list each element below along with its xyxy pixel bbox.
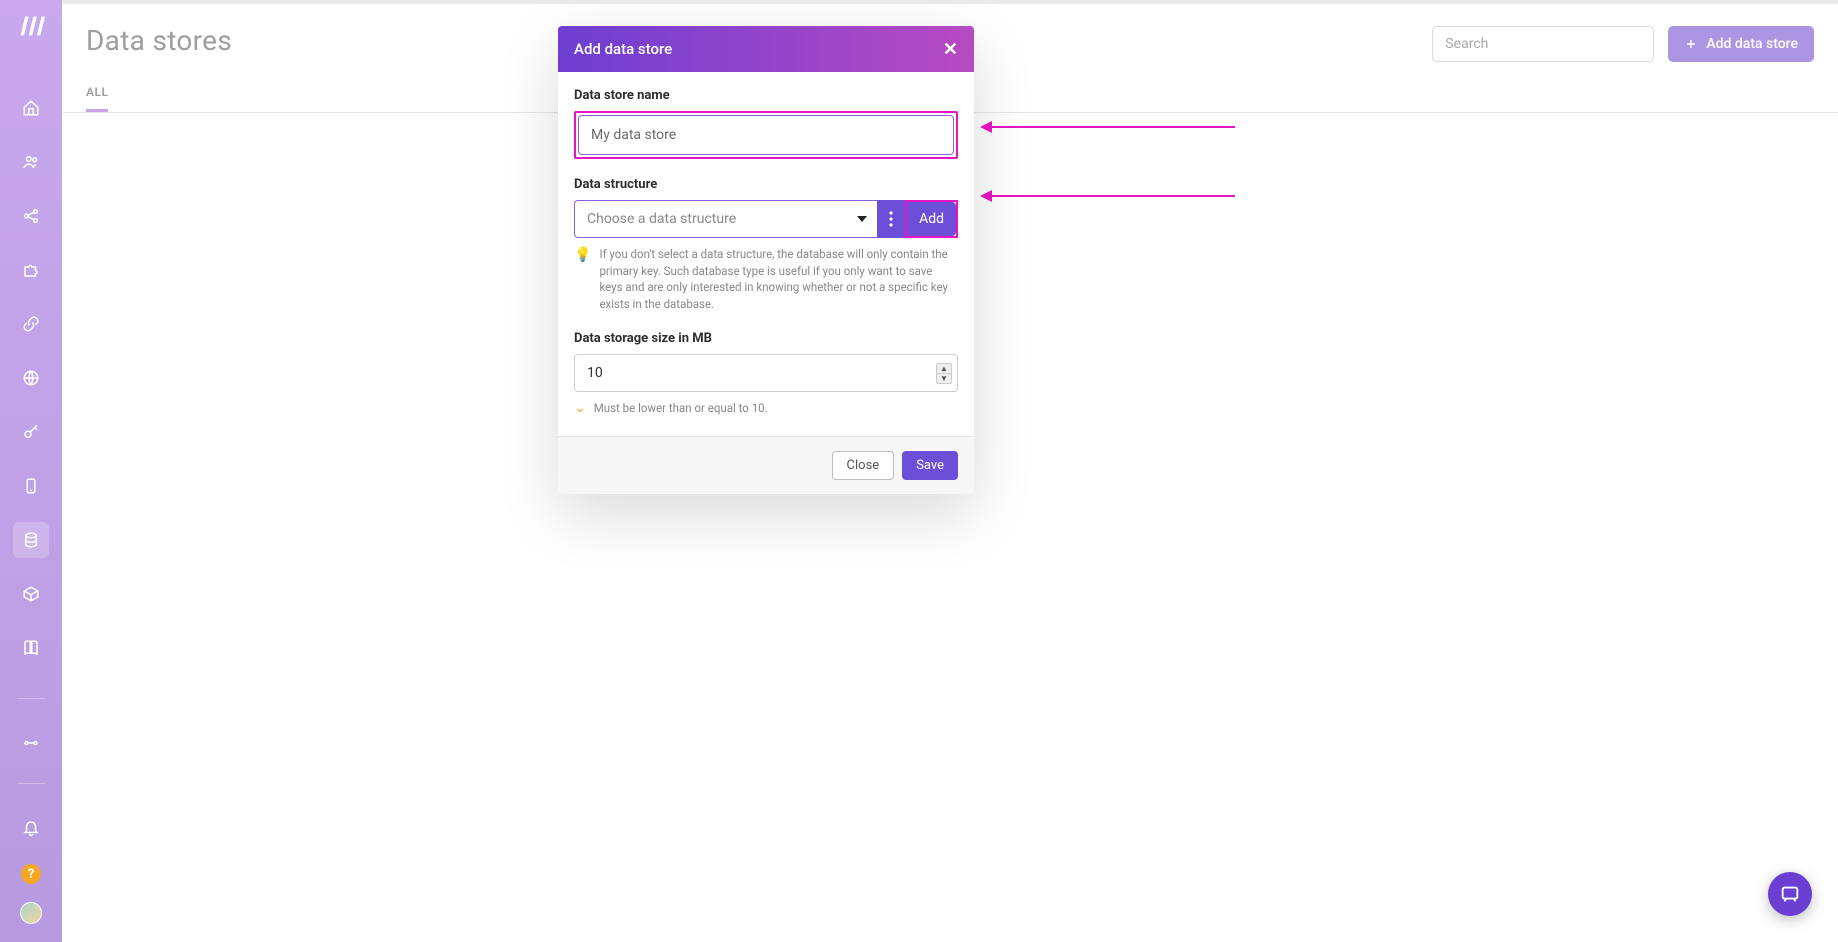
structure-menu-button[interactable]: [877, 200, 905, 238]
annotation-arrow: [990, 126, 1235, 128]
close-button[interactable]: Close: [832, 451, 895, 480]
structure-hint: If you don't select a data structure, th…: [599, 246, 958, 313]
structure-label: Data structure: [574, 177, 958, 192]
bell-icon[interactable]: [13, 810, 49, 846]
add-button-label: Add data store: [1706, 36, 1798, 52]
logo[interactable]: [17, 12, 45, 40]
book-icon[interactable]: [13, 630, 49, 666]
help-fab[interactable]: [1768, 872, 1812, 916]
lightbulb-icon: 💡: [574, 247, 591, 313]
branch-icon[interactable]: [13, 725, 49, 761]
puzzle-icon[interactable]: [13, 252, 49, 288]
avatar[interactable]: [20, 902, 42, 924]
key-icon[interactable]: [13, 414, 49, 450]
sidebar: ?: [0, 0, 62, 942]
add-data-store-button[interactable]: Add data store: [1668, 26, 1814, 62]
search-input[interactable]: [1432, 26, 1654, 62]
size-label: Data storage size in MB: [574, 331, 958, 346]
structure-add-button[interactable]: Add: [907, 202, 956, 236]
data-structure-select[interactable]: Choose a data structure: [574, 200, 877, 238]
database-icon[interactable]: [13, 522, 49, 558]
add-data-store-modal: Add data store ✕ Data store name Data st…: [558, 26, 974, 494]
cube-icon[interactable]: [13, 576, 49, 612]
mobile-icon[interactable]: [13, 468, 49, 504]
share-icon[interactable]: [13, 198, 49, 234]
chevron-down-icon: [857, 216, 867, 222]
globe-icon[interactable]: [13, 360, 49, 396]
users-icon[interactable]: [13, 144, 49, 180]
close-icon[interactable]: ✕: [943, 39, 958, 60]
chevron-down-icon: ⌄: [574, 400, 586, 416]
save-button[interactable]: Save: [902, 451, 958, 480]
name-label: Data store name: [574, 88, 958, 103]
data-store-name-input[interactable]: [578, 115, 954, 155]
annotation-arrow: [990, 195, 1235, 197]
tab-all[interactable]: ALL: [86, 79, 108, 112]
modal-title: Add data store: [574, 40, 672, 58]
help-icon[interactable]: ?: [21, 864, 41, 884]
size-warning: Must be lower than or equal to 10.: [594, 401, 768, 415]
structure-placeholder: Choose a data structure: [587, 211, 736, 227]
link-icon[interactable]: [13, 306, 49, 342]
home-icon[interactable]: [13, 90, 49, 126]
storage-size-input[interactable]: [574, 354, 958, 392]
number-spinner[interactable]: ▲▼: [936, 363, 952, 383]
